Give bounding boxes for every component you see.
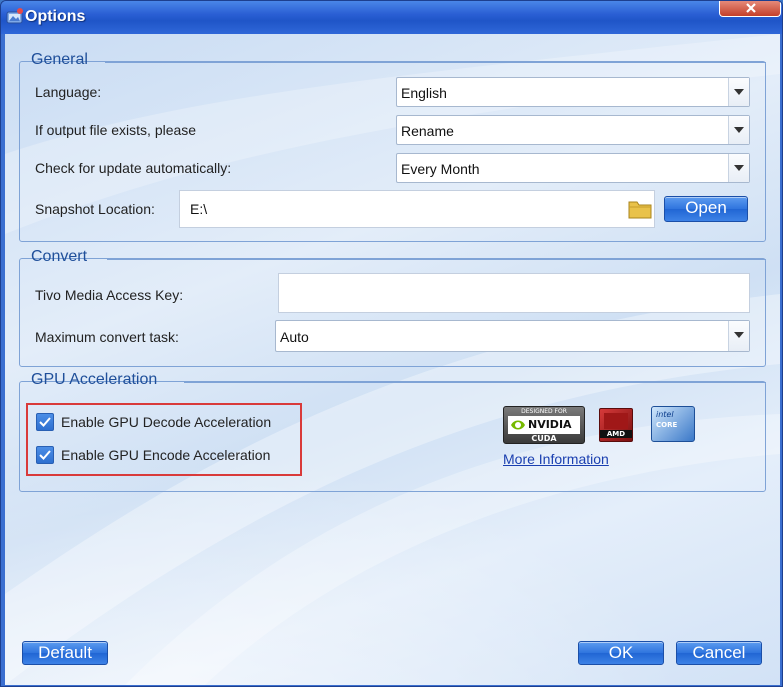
update-value: Every Month (401, 161, 480, 177)
gpu-group: GPU Acceleration Enable GPU Decode Accel… (19, 371, 766, 492)
checkmark-icon (39, 417, 51, 427)
output-exists-select[interactable]: Rename (396, 115, 750, 145)
snapshot-location-field[interactable]: E:\ (179, 190, 655, 228)
language-dropdown-button[interactable] (728, 78, 749, 106)
amd-radeon-logo: AMD (599, 408, 633, 442)
general-legend: General (31, 51, 88, 68)
tivo-key-label: Tivo Media Access Key: (35, 287, 184, 303)
snapshot-location-value: E:\ (190, 201, 208, 217)
options-window: Options General Language: English If out (0, 0, 783, 687)
max-task-select[interactable]: Auto (275, 320, 750, 352)
output-exists-dropdown-button[interactable] (728, 116, 749, 144)
chevron-down-icon (734, 89, 744, 95)
max-task-dropdown-button[interactable] (728, 321, 749, 351)
close-button[interactable] (719, 1, 781, 17)
ok-button[interactable]: OK (578, 641, 664, 665)
intel-logo-brand: intel (656, 410, 674, 419)
nvidia-cuda-logo: DESIGNED FOR NVIDIA CUDA (503, 406, 585, 444)
gpu-decode-label[interactable]: Enable GPU Decode Acceleration (61, 414, 271, 430)
chevron-down-icon (734, 165, 744, 171)
nvidia-logo-bottom: CUDA (531, 434, 557, 443)
update-label: Check for update automatically: (35, 160, 232, 176)
legend-divider (107, 259, 766, 260)
legend-divider (184, 382, 766, 383)
nvidia-eye-icon (511, 420, 525, 430)
nvidia-logo-band: NVIDIA (508, 416, 580, 434)
update-dropdown-button[interactable] (728, 154, 749, 182)
language-value: English (401, 85, 447, 101)
chevron-down-icon (734, 127, 744, 133)
folder-icon[interactable] (628, 198, 652, 220)
output-exists-value: Rename (401, 123, 454, 139)
more-information-link[interactable]: More Information (503, 451, 609, 467)
gpu-legend: GPU Acceleration (31, 371, 158, 388)
amd-logo-brand: AMD (600, 430, 632, 438)
app-icon (6, 8, 23, 24)
nvidia-logo-brand: NVIDIA (528, 418, 572, 431)
update-select[interactable]: Every Month (396, 153, 750, 183)
window-title: Options (25, 8, 86, 25)
title-bar[interactable]: Options (1, 1, 782, 34)
open-button[interactable]: Open (664, 196, 748, 222)
nvidia-logo-top: DESIGNED FOR (521, 408, 567, 415)
tivo-key-input[interactable] (278, 273, 750, 313)
gpu-encode-label[interactable]: Enable GPU Encode Acceleration (61, 447, 270, 463)
default-button[interactable]: Default (22, 641, 108, 665)
max-task-value: Auto (280, 329, 309, 345)
cancel-button[interactable]: Cancel (676, 641, 762, 665)
dialog-body: General Language: English If output file… (5, 34, 780, 685)
convert-group: Convert Tivo Media Access Key: Maximum c… (19, 248, 766, 367)
general-group: General Language: English If output file… (19, 51, 766, 242)
gpu-encode-checkbox[interactable] (36, 446, 54, 464)
gpu-decode-checkbox[interactable] (36, 413, 54, 431)
amd-logo-inner (604, 413, 628, 429)
language-select[interactable]: English (396, 77, 750, 107)
intel-logo-sub: CORE (656, 421, 678, 429)
legend-divider (105, 62, 766, 63)
convert-legend: Convert (31, 248, 88, 265)
chevron-down-icon (734, 332, 744, 338)
max-task-label: Maximum convert task: (35, 329, 179, 345)
snapshot-label: Snapshot Location: (35, 201, 155, 217)
output-exists-label: If output file exists, please (35, 122, 197, 138)
language-label: Language: (35, 84, 102, 100)
intel-core-logo: intel CORE (651, 406, 695, 442)
close-icon (746, 3, 756, 13)
checkmark-icon (39, 450, 51, 460)
